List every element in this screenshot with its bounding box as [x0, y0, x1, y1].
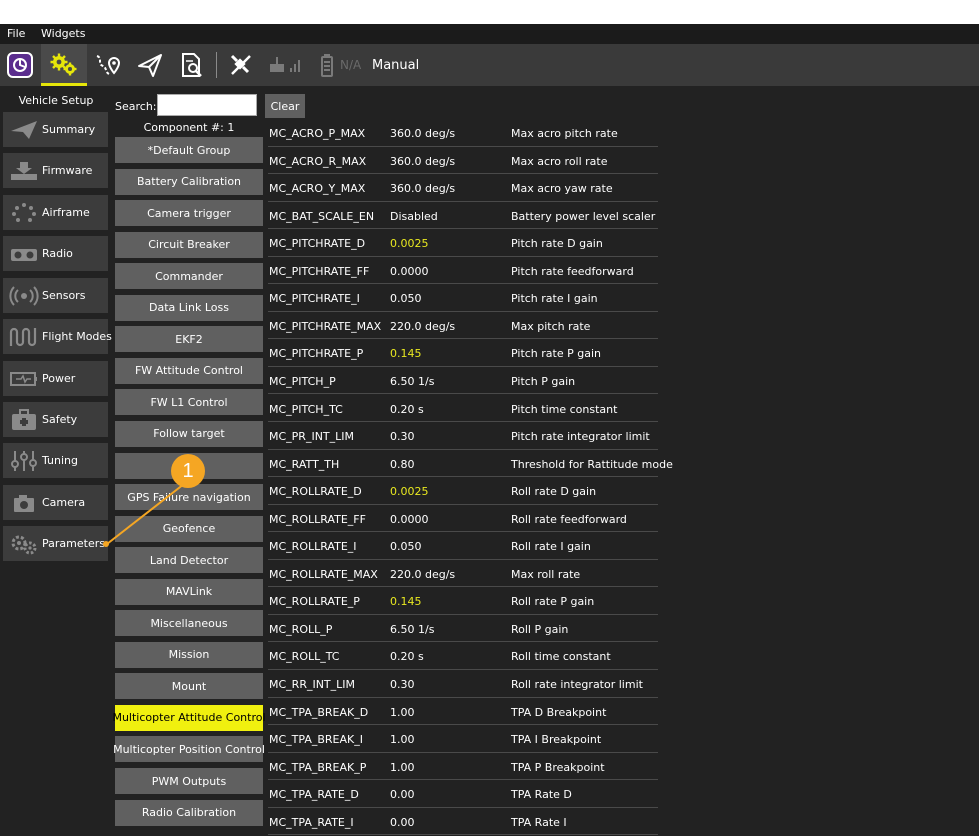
callout-connector: [103, 483, 185, 547]
callout-number-badge: 1: [171, 454, 205, 488]
qgc-window: File Widgets N/A Manual Vehicle Setup Su…: [0, 24, 979, 836]
